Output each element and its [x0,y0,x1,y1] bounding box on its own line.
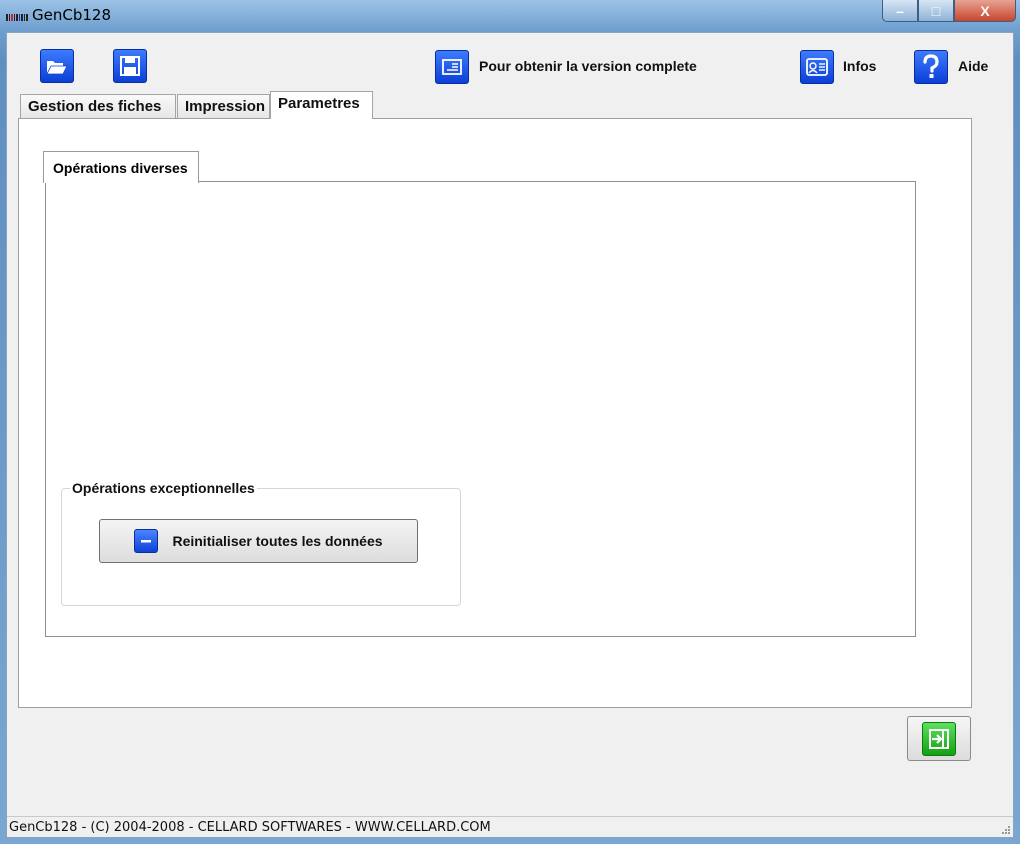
floppy-save-icon [120,56,140,76]
aide-button[interactable] [914,50,948,84]
save-file-button[interactable] [113,49,147,83]
tab-label: Gestion des fiches [28,98,162,115]
full-version-label[interactable]: Pour obtenir la version complete [479,58,697,74]
tab-operations-diverses[interactable]: Opérations diverses [43,151,199,183]
id-card-icon [806,58,828,76]
tab-label: Impression [185,98,266,115]
tab-parametres[interactable]: Parametres [270,91,373,119]
minus-icon [134,529,159,553]
tab-label: Parametres [278,95,360,112]
full-version-button[interactable] [435,50,469,84]
tab-impression[interactable]: Impression [177,94,270,118]
group-title: Opérations exceptionnelles [70,480,257,496]
client-area: Pour obtenir la version complete Infos A… [6,32,1014,838]
open-file-button[interactable] [40,49,74,83]
maximize-button[interactable]: □ [918,0,954,22]
operations-exceptionnelles-group: Opérations exceptionnelles Reinitialiser… [61,480,461,606]
infos-label[interactable]: Infos [843,58,876,74]
aide-label[interactable]: Aide [958,58,988,74]
exit-door-icon [922,721,956,756]
infos-button[interactable] [800,50,834,84]
minimize-icon: – [896,2,904,19]
barcode-app-icon [6,14,28,21]
window-title: GenCb128 [32,6,111,24]
status-text: GenCb128 - (C) 2004-2008 - CELLARD SOFTW… [9,820,491,835]
parametres-panel: Opérations diverses Opérations exception… [18,118,972,708]
certificate-icon [442,59,462,75]
close-icon: X [980,2,990,19]
maximize-icon: □ [931,2,941,19]
reset-all-data-button[interactable]: Reinitialiser toutes les données [99,519,418,563]
minimize-button[interactable]: – [882,0,918,22]
close-button[interactable]: X [954,0,1016,22]
tab-gestion-des-fiches[interactable]: Gestion des fiches [20,94,176,118]
reset-button-label: Reinitialiser toutes les données [172,533,383,549]
app-window: GenCb128 – □ X Pour obtenir la version c… [0,0,1020,844]
operations-diverses-panel: Opérations exceptionnelles Reinitialiser… [45,181,916,637]
resize-grip-icon[interactable] [1001,825,1011,835]
status-bar: GenCb128 - (C) 2004-2008 - CELLARD SOFTW… [7,816,1013,837]
folder-open-icon [46,61,68,75]
help-question-icon [923,54,939,78]
exit-button[interactable] [907,716,971,761]
subtab-label: Opérations diverses [53,160,188,176]
title-bar[interactable]: GenCb128 – □ X [0,0,1020,32]
